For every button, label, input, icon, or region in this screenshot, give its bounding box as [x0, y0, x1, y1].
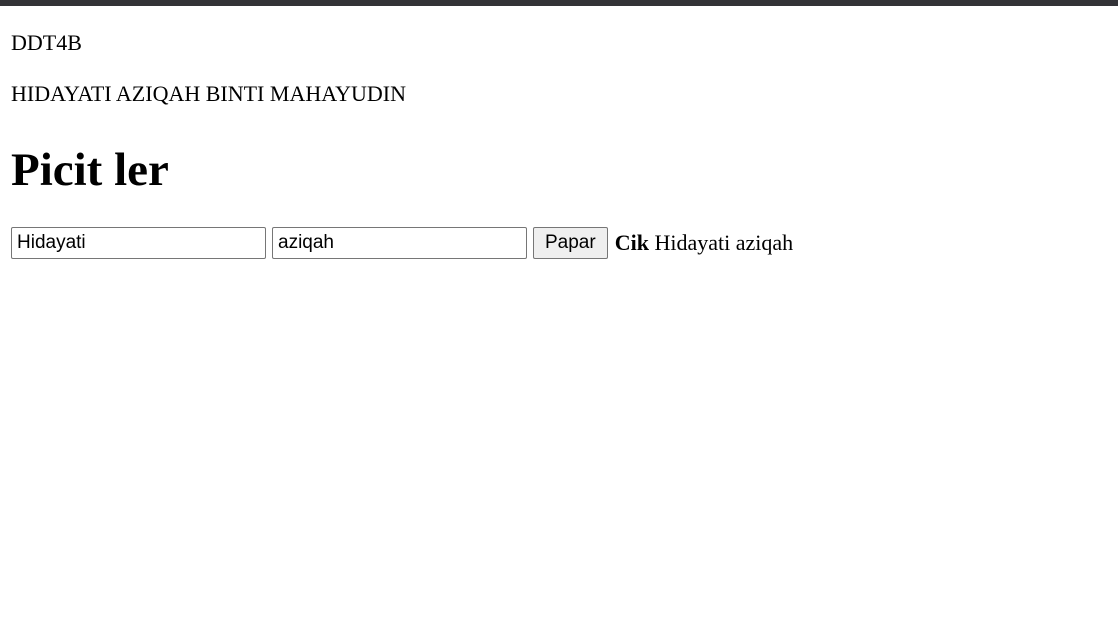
- greeting-title: Cik: [614, 230, 649, 255]
- last-name-input[interactable]: [272, 227, 527, 259]
- first-name-input[interactable]: [11, 227, 266, 259]
- show-button[interactable]: Papar: [533, 227, 608, 259]
- name-form: Papar Cik Hidayati aziqah: [11, 227, 793, 259]
- page-title: Picit ler: [11, 144, 169, 196]
- greeting-result: Cik Hidayati aziqah: [615, 230, 793, 256]
- class-code: DDT4B: [11, 30, 82, 55]
- browser-top-bar: [0, 0, 1118, 6]
- student-name: HIDAYATI AZIQAH BINTI MAHAYUDIN: [11, 81, 406, 106]
- greeting-name: Hidayati aziqah: [654, 230, 794, 255]
